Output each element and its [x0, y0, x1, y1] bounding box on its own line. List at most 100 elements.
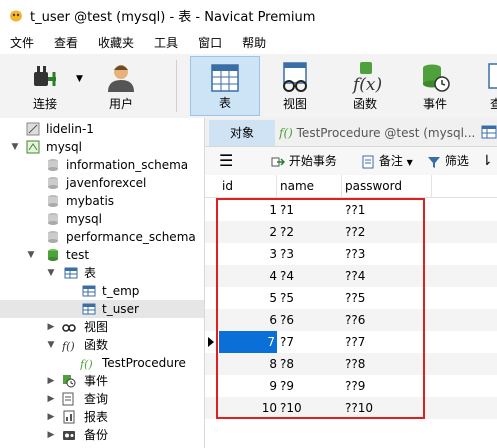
cell-id[interactable]: 3: [219, 243, 277, 265]
column-header-id[interactable]: id: [219, 175, 277, 197]
collapsed-arrow-icon[interactable]: ▶: [46, 390, 56, 408]
tree-item-connection-lidelin[interactable]: lidelin-1: [0, 120, 204, 138]
tree-item-functions[interactable]: ▼ f() 函数: [0, 336, 204, 354]
table-row[interactable]: 4 ?4 ??4: [205, 265, 497, 287]
sort-icon[interactable]: ⇂: [481, 147, 493, 175]
cell-password[interactable]: ??6: [345, 309, 425, 331]
collapsed-arrow-icon[interactable]: ▶: [46, 426, 56, 444]
column-header-password[interactable]: password: [342, 175, 432, 197]
tree-item-db-mysql[interactable]: mysql: [0, 210, 204, 228]
cell-password[interactable]: ??10: [345, 397, 425, 419]
cell-name[interactable]: ?10: [280, 397, 342, 419]
cell-id[interactable]: 1: [219, 199, 277, 221]
cell-id[interactable]: 2: [219, 221, 277, 243]
filter-button[interactable]: 筛选: [427, 147, 469, 175]
table-row[interactable]: 8 ?8 ??8: [205, 353, 497, 375]
column-header-name[interactable]: name: [277, 175, 342, 197]
cell-password[interactable]: ??1: [345, 199, 425, 221]
cell-name[interactable]: ?9: [280, 375, 342, 397]
tab-testprocedure[interactable]: f() TestProcedure @test (mysql...: [279, 120, 475, 146]
event-icon: [423, 64, 450, 92]
function-button[interactable]: f(x) 函数: [332, 56, 398, 116]
tree-item-db-information-schema[interactable]: information_schema: [0, 156, 204, 174]
memo-button[interactable]: 备注 ▼: [361, 147, 413, 175]
tree-item-events[interactable]: ▶ 事件: [0, 372, 204, 390]
tree-item-table-t-user[interactable]: t_user: [0, 300, 204, 318]
tree-item-tables[interactable]: ▼ 表: [0, 264, 204, 282]
tree-item-backups[interactable]: ▶ 备份: [0, 426, 204, 444]
tab-testprocedure-label: TestProcedure @test (mysql...: [296, 126, 475, 140]
cell-name[interactable]: ?3: [280, 243, 342, 265]
cell-name[interactable]: ?8: [280, 353, 342, 375]
cell-id[interactable]: 10: [219, 397, 277, 419]
tree-item-db-performance-schema[interactable]: performance_schema: [0, 228, 204, 246]
menu-tools[interactable]: 工具: [144, 34, 188, 51]
cell-password[interactable]: ??9: [345, 375, 425, 397]
table-tab-icon[interactable]: [481, 125, 497, 139]
cell-name[interactable]: ?7: [280, 331, 342, 353]
cell-password[interactable]: ??4: [345, 265, 425, 287]
view-label: 视图: [282, 97, 307, 111]
tree-item-reports[interactable]: ▶ 报表: [0, 408, 204, 426]
cell-id-selected[interactable]: 7: [219, 331, 277, 353]
cell-password[interactable]: ??2: [345, 221, 425, 243]
tree-item-db-mybatis[interactable]: mybatis: [0, 192, 204, 210]
menu-favorites[interactable]: 收藏夹: [88, 34, 144, 51]
tree-item-db-javenforexcel[interactable]: javenforexcel: [0, 174, 204, 192]
expanded-arrow-icon[interactable]: ▼: [46, 336, 56, 354]
cell-id[interactable]: 5: [219, 287, 277, 309]
menu-lines-icon[interactable]: ☰: [219, 147, 233, 175]
table-row[interactable]: 9 ?9 ??9: [205, 375, 497, 397]
cell-id[interactable]: 6: [219, 309, 277, 331]
cell-password[interactable]: ??3: [345, 243, 425, 265]
cell-password[interactable]: ??5: [345, 287, 425, 309]
table-row[interactable]: 6 ?6 ??6: [205, 309, 497, 331]
tree-item-views[interactable]: ▶ 视图: [0, 318, 204, 336]
user-button[interactable]: 用户: [90, 56, 152, 116]
menu-file[interactable]: 文件: [0, 34, 44, 51]
expanded-arrow-icon[interactable]: ▼: [10, 138, 20, 156]
database-open-icon: [48, 249, 58, 261]
database-icon: [48, 159, 58, 171]
table-button[interactable]: 表: [190, 56, 260, 116]
connect-dropdown-icon[interactable]: ▼: [76, 74, 83, 84]
connect-button[interactable]: 连接: [14, 56, 76, 116]
collapsed-arrow-icon[interactable]: ▶: [46, 318, 56, 336]
collapsed-arrow-icon[interactable]: ▶: [46, 408, 56, 426]
menu-window[interactable]: 窗口: [188, 34, 232, 51]
tree-item-table-t-emp[interactable]: t_emp: [0, 282, 204, 300]
view-button[interactable]: 视图: [262, 56, 328, 116]
table-row[interactable]: 2 ?2 ??2: [205, 221, 497, 243]
tree-item-procedure-testprocedure[interactable]: f() TestProcedure: [0, 354, 204, 372]
cell-id[interactable]: 9: [219, 375, 277, 397]
table-row[interactable]: 3 ?3 ??3: [205, 243, 497, 265]
cell-name[interactable]: ?4: [280, 265, 342, 287]
cell-name[interactable]: ?6: [280, 309, 342, 331]
cell-name[interactable]: ?5: [280, 287, 342, 309]
collapsed-arrow-icon[interactable]: ▶: [46, 372, 56, 390]
cell-password[interactable]: ??8: [345, 353, 425, 375]
cell-id[interactable]: 8: [219, 353, 277, 375]
tree-item-queries[interactable]: ▶ 查询: [0, 390, 204, 408]
cell-name[interactable]: ?1: [280, 199, 342, 221]
table-row[interactable]: 5 ?5 ??5: [205, 287, 497, 309]
tab-objects[interactable]: 对象: [209, 120, 275, 146]
query-button[interactable]: 查: [478, 56, 497, 116]
menu-help[interactable]: 帮助: [232, 34, 276, 51]
table-row[interactable]: 1 ?1 ??1: [205, 199, 497, 221]
event-button[interactable]: 事件: [402, 56, 468, 116]
memo-dropdown-icon[interactable]: ▼: [407, 158, 413, 167]
table-row[interactable]: 10 ?10 ??10: [205, 397, 497, 419]
menu-view[interactable]: 查看: [44, 34, 88, 51]
tree-item-db-test[interactable]: ▼ test: [0, 246, 204, 264]
tree-item-label: mybatis: [66, 194, 115, 208]
table-row-current[interactable]: 7 ?7 ??7: [205, 331, 497, 353]
user-icon: [108, 65, 134, 92]
cell-name[interactable]: ?2: [280, 221, 342, 243]
cell-password[interactable]: ??7: [345, 331, 425, 353]
tree-item-connection-mysql[interactable]: ▼ mysql: [0, 138, 204, 156]
cell-id[interactable]: 4: [219, 265, 277, 287]
expanded-arrow-icon[interactable]: ▼: [46, 264, 56, 282]
begin-transaction-button[interactable]: 开始事务: [271, 147, 337, 175]
expanded-arrow-icon[interactable]: ▼: [26, 246, 36, 264]
